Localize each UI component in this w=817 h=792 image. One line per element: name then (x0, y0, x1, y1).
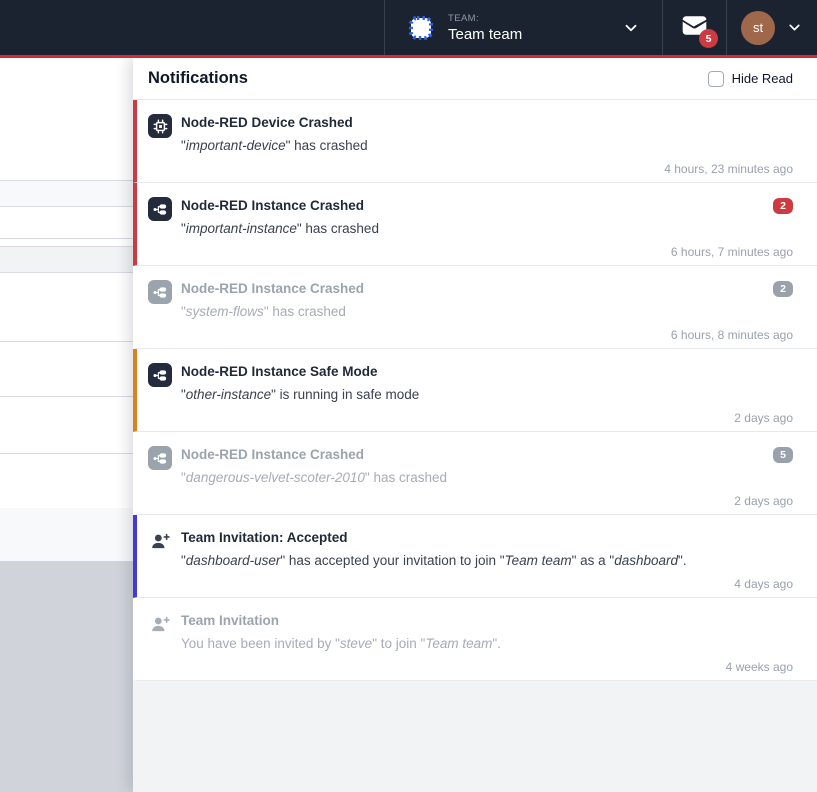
team-selector[interactable]: TEAM: Team team (384, 0, 662, 55)
background-row (0, 247, 133, 273)
notifications-mail-button[interactable]: 5 (662, 0, 726, 55)
team-label: TEAM: (448, 13, 522, 24)
chevron-down-icon (786, 19, 803, 36)
node-red-instance-icon (152, 367, 169, 384)
node-red-instance-icon (152, 201, 169, 218)
notification-icon (148, 446, 172, 470)
background-row (0, 180, 133, 207)
notification-item[interactable]: Team Invitation: Accepted "dashboard-use… (133, 515, 817, 598)
notification-item[interactable]: Team Invitation You have been invited by… (133, 598, 817, 681)
notification-icon (148, 363, 172, 387)
notification-item[interactable]: Node-RED Instance Crashed 5 "dangerous-v… (133, 432, 817, 515)
notification-icon (148, 612, 172, 636)
hide-read-label: Hide Read (732, 71, 793, 86)
notification-timestamp: 2 days ago (181, 494, 793, 508)
top-navbar: TEAM: Team team 5 st (0, 0, 817, 58)
node-red-instance-icon (152, 284, 169, 301)
chevron-down-icon (622, 19, 640, 37)
notification-item[interactable]: Node-RED Instance Safe Mode "other-insta… (133, 349, 817, 432)
notifications-panel-header: Notifications Hide Read (133, 58, 817, 100)
notification-message: "dashboard-user" has accepted your invit… (181, 551, 793, 570)
notifications-panel: Notifications Hide Read Node-RED Device … (133, 58, 817, 792)
unread-count-badge: 5 (699, 29, 718, 48)
notification-timestamp: 6 hours, 8 minutes ago (181, 328, 793, 342)
notification-title: Node-RED Device Crashed (181, 113, 353, 132)
notification-title: Node-RED Instance Crashed (181, 279, 364, 298)
notification-item[interactable]: Node-RED Instance Crashed 2 "system-flow… (133, 266, 817, 349)
background-row (0, 508, 133, 561)
team-name: Team team (448, 26, 522, 43)
notification-icon (148, 529, 172, 553)
notification-list: Node-RED Device Crashed "important-devic… (133, 100, 817, 792)
user-add-icon (150, 614, 171, 635)
notification-timestamp: 4 weeks ago (181, 660, 793, 674)
notification-item[interactable]: Node-RED Instance Crashed 2 "important-i… (133, 183, 817, 266)
hide-read-checkbox[interactable] (708, 71, 724, 87)
user-menu[interactable]: st (726, 0, 817, 55)
notification-count-badge: 2 (773, 198, 793, 214)
notification-message: "dangerous-velvet-scoter-2010" has crash… (181, 468, 793, 487)
device-chip-icon (152, 118, 169, 135)
node-red-instance-icon (152, 450, 169, 467)
notification-message: "important-instance" has crashed (181, 219, 793, 238)
hide-read-toggle[interactable]: Hide Read (708, 71, 793, 87)
notification-message: "important-device" has crashed (181, 136, 793, 155)
notification-timestamp: 4 hours, 23 minutes ago (181, 162, 793, 176)
notification-icon (148, 114, 172, 138)
notification-timestamp: 4 days ago (181, 577, 793, 591)
avatar: st (741, 11, 775, 45)
notification-title: Node-RED Instance Crashed (181, 445, 364, 464)
notification-title: Node-RED Instance Crashed (181, 196, 364, 215)
notification-icon (148, 280, 172, 304)
notification-message: You have been invited by "steve" to join… (181, 634, 793, 653)
notification-icon (148, 197, 172, 221)
notification-title: Team Invitation (181, 611, 279, 630)
background-footer (0, 561, 133, 792)
notification-title: Team Invitation: Accepted (181, 528, 348, 547)
notification-item[interactable]: Node-RED Device Crashed "important-devic… (133, 100, 817, 183)
notification-count-badge: 5 (773, 447, 793, 463)
user-add-icon (150, 531, 171, 552)
team-icon (407, 14, 435, 42)
notification-timestamp: 2 days ago (181, 411, 793, 425)
background-page (0, 58, 133, 792)
notification-count-badge: 2 (773, 281, 793, 297)
page-title: Notifications (148, 69, 248, 88)
notification-timestamp: 6 hours, 7 minutes ago (181, 245, 793, 259)
notification-title: Node-RED Instance Safe Mode (181, 362, 378, 381)
notification-message: "system-flows" has crashed (181, 302, 793, 321)
notification-message: "other-instance" is running in safe mode (181, 385, 793, 404)
